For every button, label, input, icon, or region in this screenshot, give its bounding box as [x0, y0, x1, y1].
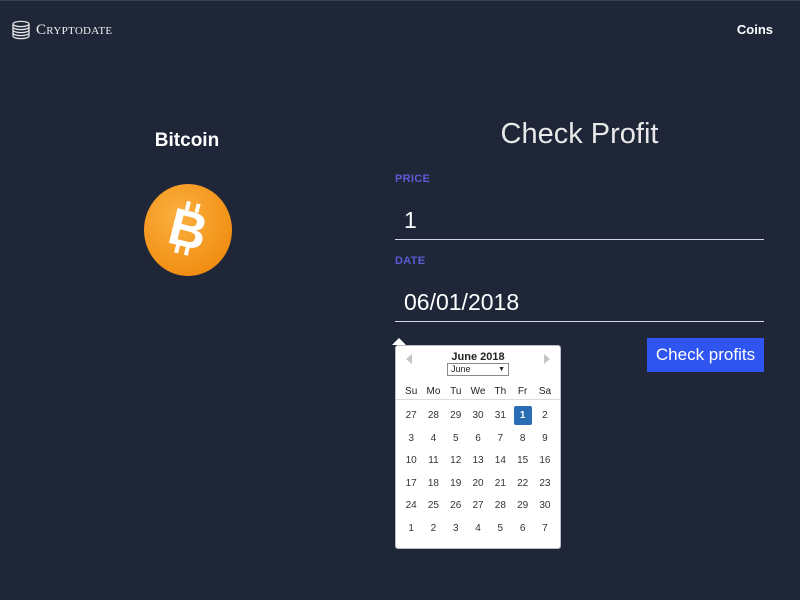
day-cell[interactable]: 5	[445, 429, 467, 448]
nav-link-coins[interactable]: Coins	[737, 22, 773, 37]
top-border	[0, 0, 800, 1]
week-row: 27 28 29 30 31 1 2	[400, 406, 560, 429]
bitcoin-logo-icon: B	[144, 184, 232, 276]
week-row: 10 11 12 13 14 15 16	[400, 451, 560, 474]
day-cell[interactable]: 13	[467, 451, 489, 470]
day-cell[interactable]: 22	[511, 474, 533, 493]
day-cell[interactable]: 19	[445, 474, 467, 493]
day-cell[interactable]: 28	[489, 496, 511, 515]
day-cell[interactable]: 1	[400, 519, 422, 538]
dropdown-arrow-icon: ▼	[498, 366, 505, 373]
price-label: PRICE	[395, 173, 431, 185]
brand-name: Cryptodate	[36, 21, 113, 38]
week-row: 3 4 5 6 7 8 9	[400, 429, 560, 452]
datepicker: June 2018 June ▼ Su Mo Tu We Th Fr Sa 27…	[395, 345, 561, 549]
weekday-label: Fr	[517, 386, 528, 397]
day-grid: 27 28 29 30 31 1 2 3 4 5 6 7 8 9 10 11 1…	[396, 406, 560, 542]
day-cell[interactable]: 27	[400, 406, 422, 425]
month-select[interactable]: June ▼	[447, 363, 509, 376]
day-cell[interactable]: 16	[534, 451, 556, 470]
coin-stack-icon	[12, 20, 30, 40]
day-cell[interactable]: 25	[422, 496, 444, 515]
check-profits-button[interactable]: Check profits	[647, 338, 764, 372]
month-select-value: June	[451, 364, 471, 374]
week-row: 17 18 19 20 21 22 23	[400, 474, 560, 497]
day-cell[interactable]: 28	[422, 406, 444, 425]
day-cell[interactable]: 7	[534, 519, 556, 538]
selected-day-label: 1	[513, 406, 532, 425]
day-cell[interactable]: 3	[400, 429, 422, 448]
day-cell[interactable]: 27	[467, 496, 489, 515]
day-cell[interactable]: 9	[534, 429, 556, 448]
weekday-header: Su Mo Tu We Th Fr Sa	[396, 386, 560, 400]
day-cell[interactable]: 10	[400, 451, 422, 470]
datepicker-caret	[392, 338, 406, 345]
day-cell[interactable]: 20	[467, 474, 489, 493]
day-cell[interactable]: 31	[489, 406, 511, 425]
week-row: 24 25 26 27 28 29 30	[400, 496, 560, 519]
day-cell[interactable]: 4	[422, 429, 444, 448]
week-row: 1 2 3 4 5 6 7	[400, 519, 560, 542]
day-cell[interactable]: 12	[445, 451, 467, 470]
day-cell[interactable]: 3	[445, 519, 467, 538]
day-cell[interactable]: 2	[422, 519, 444, 538]
brand-logo-link[interactable]: Cryptodate	[10, 18, 112, 42]
day-cell[interactable]: 2	[534, 406, 556, 425]
datepicker-title: June 2018	[451, 351, 505, 363]
coin-name: Bitcoin	[154, 130, 220, 151]
day-cell[interactable]: 7	[489, 429, 511, 448]
day-cell[interactable]: 29	[445, 406, 467, 425]
day-cell-selected[interactable]: 1	[511, 406, 533, 425]
day-cell[interactable]: 26	[445, 496, 467, 515]
day-cell[interactable]: 11	[422, 451, 444, 470]
date-label: DATE	[395, 255, 426, 267]
day-cell[interactable]: 14	[489, 451, 511, 470]
day-cell[interactable]: 6	[467, 429, 489, 448]
day-cell[interactable]: 24	[400, 496, 422, 515]
day-cell[interactable]: 6	[511, 519, 533, 538]
weekday-label: Su	[405, 386, 418, 397]
weekday-label: Tu	[450, 386, 462, 397]
datepicker-header: June 2018 June ▼	[396, 346, 560, 386]
date-input[interactable]	[395, 284, 764, 322]
day-cell[interactable]: 15	[511, 451, 533, 470]
next-month-icon[interactable]	[544, 354, 550, 364]
weekday-label: Th	[494, 386, 507, 397]
price-input[interactable]	[395, 202, 764, 240]
day-cell[interactable]: 18	[422, 474, 444, 493]
day-cell[interactable]: 21	[489, 474, 511, 493]
weekday-label: We	[470, 386, 486, 397]
day-cell[interactable]: 4	[467, 519, 489, 538]
day-cell[interactable]: 30	[534, 496, 556, 515]
weekday-label: Mo	[426, 386, 441, 397]
day-cell[interactable]: 29	[511, 496, 533, 515]
weekday-label: Sa	[538, 386, 552, 397]
day-cell[interactable]: 8	[511, 429, 533, 448]
day-cell[interactable]: 30	[467, 406, 489, 425]
day-cell[interactable]: 17	[400, 474, 422, 493]
day-cell[interactable]: 5	[489, 519, 511, 538]
day-cell[interactable]: 23	[534, 474, 556, 493]
form-title: Check Profit	[500, 118, 659, 150]
